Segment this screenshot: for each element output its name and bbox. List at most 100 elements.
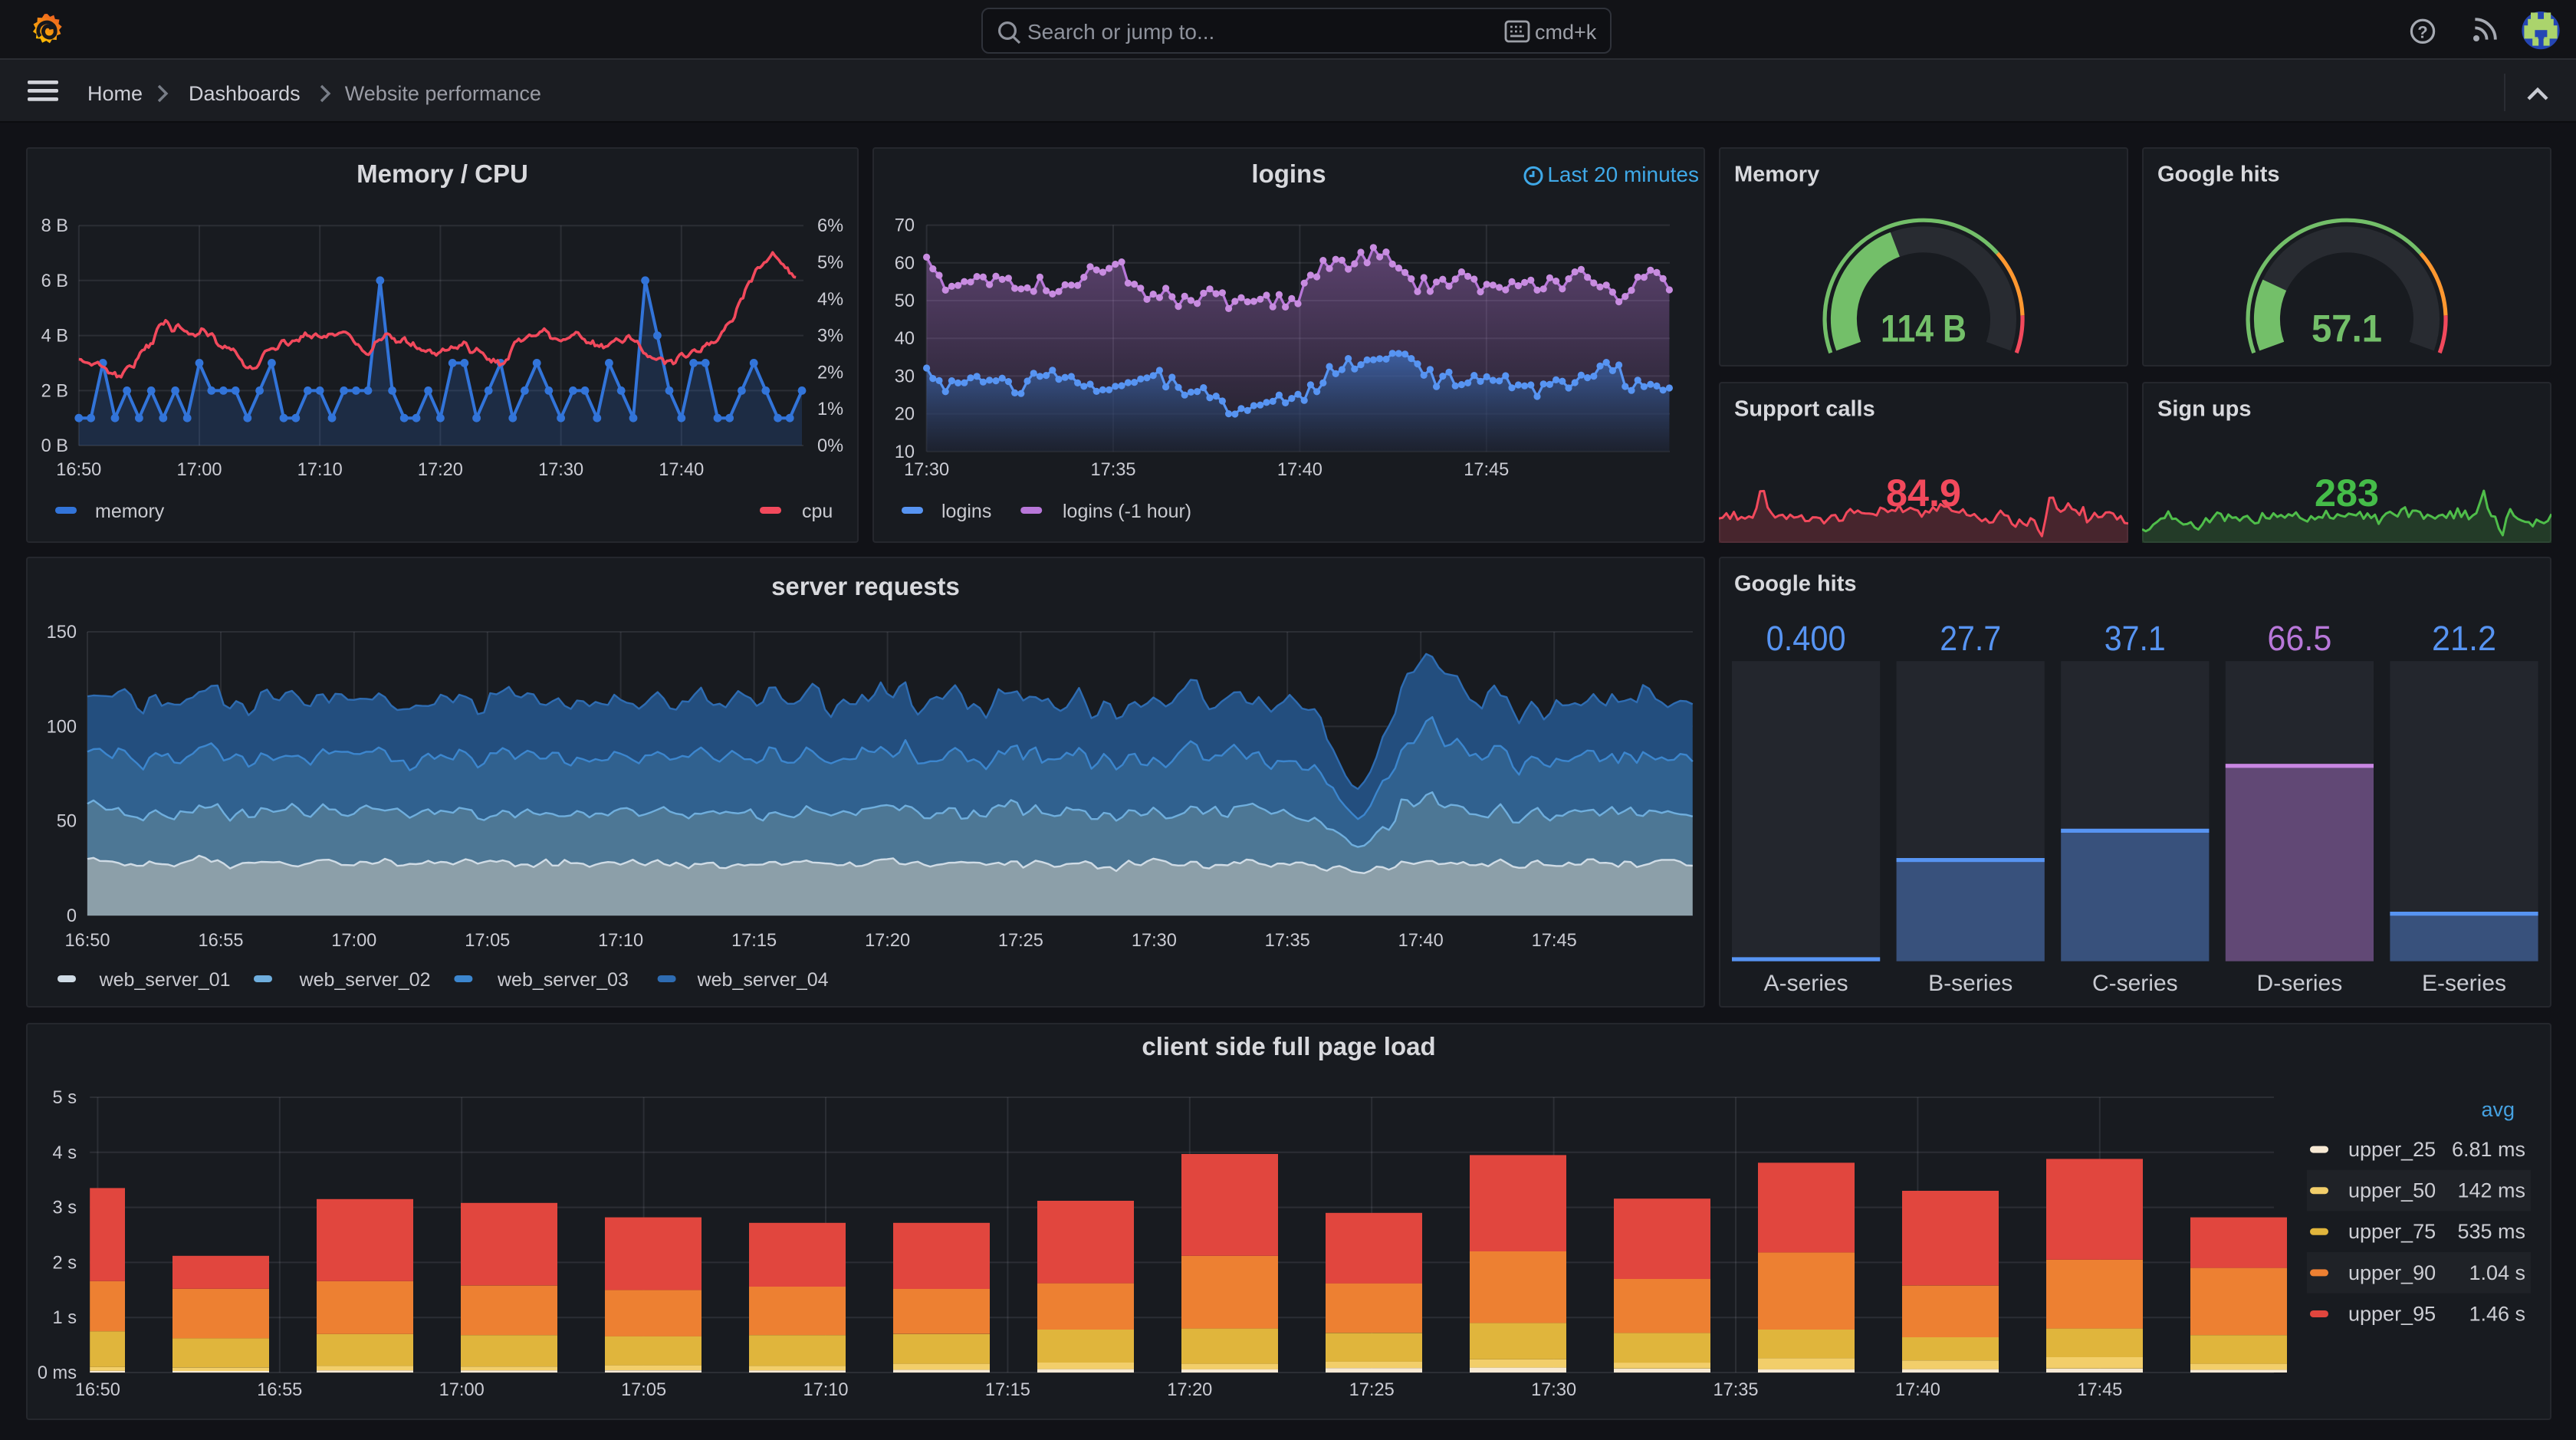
svg-text:8 B: 8 B (41, 216, 67, 236)
svg-text:E-series: E-series (2421, 970, 2505, 995)
svg-text:2 B: 2 B (41, 381, 67, 401)
svg-text:A-series: A-series (1763, 970, 1848, 995)
svg-text:cpu: cpu (801, 501, 832, 522)
svg-text:16:50: 16:50 (55, 460, 100, 480)
svg-text:142 ms: 142 ms (2456, 1179, 2525, 1202)
svg-text:1 s: 1 s (52, 1307, 76, 1327)
svg-text:0%: 0% (816, 436, 843, 456)
svg-text:upper_95: upper_95 (2348, 1301, 2435, 1324)
svg-text:17:10: 17:10 (802, 1379, 847, 1399)
svg-text:1.04 s: 1.04 s (2468, 1261, 2525, 1284)
svg-text:web_server_02: web_server_02 (298, 968, 430, 990)
svg-text:17:00: 17:00 (439, 1379, 484, 1399)
svg-text:150: 150 (46, 622, 76, 642)
svg-text:17:35: 17:35 (1264, 930, 1309, 950)
svg-text:17:30: 17:30 (537, 460, 583, 480)
svg-text:17:20: 17:20 (417, 460, 462, 480)
svg-text:Support calls: Support calls (1733, 396, 1875, 420)
svg-text:upper_75: upper_75 (2348, 1219, 2435, 1242)
svg-text:17:00: 17:00 (330, 930, 376, 950)
svg-text:upper_90: upper_90 (2348, 1261, 2435, 1284)
svg-text:logins: logins (941, 501, 991, 522)
svg-text:17:05: 17:05 (464, 930, 509, 950)
svg-text:avg: avg (2480, 1097, 2514, 1120)
svg-text:17:30: 17:30 (1530, 1379, 1576, 1399)
svg-text:memory: memory (94, 501, 164, 522)
svg-text:server requests: server requests (770, 571, 959, 600)
svg-text:60: 60 (894, 254, 914, 274)
svg-text:logins (-1 hour): logins (-1 hour) (1062, 501, 1191, 522)
svg-text:100: 100 (46, 716, 76, 736)
svg-text:4 B: 4 B (41, 327, 67, 347)
svg-text:16:50: 16:50 (74, 1379, 120, 1399)
svg-text:6.81 ms: 6.81 ms (2451, 1137, 2525, 1160)
svg-text:Google hits: Google hits (2157, 162, 2279, 186)
svg-text:17:20: 17:20 (1166, 1379, 1211, 1399)
svg-text:17:20: 17:20 (864, 930, 909, 950)
svg-text:Last 20 minutes: Last 20 minutes (1546, 163, 1698, 186)
svg-text:17:15: 17:15 (731, 930, 776, 950)
svg-text:16:55: 16:55 (197, 930, 242, 950)
svg-text:535 ms: 535 ms (2456, 1219, 2525, 1242)
svg-text:logins: logins (1250, 159, 1325, 188)
svg-text:Memory / CPU: Memory / CPU (356, 159, 527, 188)
svg-text:17:45: 17:45 (2076, 1379, 2121, 1399)
svg-text:C-series: C-series (2091, 970, 2177, 995)
svg-text:0: 0 (66, 906, 76, 925)
svg-text:17:10: 17:10 (297, 460, 342, 480)
svg-text:114 B: 114 B (1880, 307, 1966, 350)
svg-text:3%: 3% (816, 327, 843, 347)
svg-text:0.400: 0.400 (1766, 618, 1845, 657)
svg-text:20: 20 (894, 405, 914, 425)
svg-text:84.9: 84.9 (1885, 471, 1960, 514)
svg-text:17:05: 17:05 (620, 1379, 665, 1399)
svg-text:4%: 4% (816, 290, 843, 310)
svg-text:3 s: 3 s (52, 1198, 76, 1218)
svg-text:web_server_03: web_server_03 (496, 968, 628, 990)
svg-text:upper_50: upper_50 (2348, 1179, 2435, 1202)
svg-text:17:35: 17:35 (1089, 460, 1135, 480)
svg-text:Google hits: Google hits (1733, 570, 1856, 595)
svg-text:17:40: 17:40 (1276, 460, 1322, 480)
svg-text:web_server_04: web_server_04 (696, 968, 828, 990)
svg-text:57.1: 57.1 (2311, 307, 2381, 350)
svg-text:5 s: 5 s (52, 1087, 76, 1107)
svg-text:17:40: 17:40 (1894, 1379, 1940, 1399)
svg-text:40: 40 (894, 329, 914, 349)
svg-text:B-series: B-series (1927, 970, 2012, 995)
svg-text:4 s: 4 s (52, 1142, 76, 1162)
svg-text:50: 50 (56, 811, 76, 831)
svg-text:17:15: 17:15 (984, 1379, 1030, 1399)
svg-text:16:55: 16:55 (256, 1379, 301, 1399)
svg-text:1%: 1% (816, 399, 843, 419)
svg-text:17:40: 17:40 (1398, 930, 1443, 950)
svg-text:17:25: 17:25 (997, 930, 1043, 950)
svg-text:283: 283 (2314, 471, 2378, 514)
svg-text:16:50: 16:50 (64, 930, 109, 950)
svg-text:70: 70 (894, 216, 914, 236)
svg-text:2 s: 2 s (52, 1252, 76, 1272)
svg-text:Sign ups: Sign ups (2157, 396, 2250, 420)
svg-text:0 B: 0 B (41, 436, 67, 456)
svg-text:Memory: Memory (1733, 162, 1819, 186)
svg-text:66.5: 66.5 (2266, 618, 2331, 657)
svg-text:17:00: 17:00 (176, 460, 221, 480)
svg-text:10: 10 (894, 442, 914, 462)
svg-text:30: 30 (894, 367, 914, 386)
svg-text:17:30: 17:30 (903, 460, 948, 480)
svg-text:6%: 6% (816, 216, 843, 236)
svg-text:17:45: 17:45 (1463, 460, 1508, 480)
svg-text:17:40: 17:40 (658, 460, 703, 480)
svg-text:D-series: D-series (2256, 970, 2342, 995)
svg-text:5%: 5% (816, 253, 843, 273)
svg-text:upper_25: upper_25 (2348, 1137, 2435, 1160)
svg-text:27.7: 27.7 (1939, 618, 2000, 657)
svg-text:1.46 s: 1.46 s (2468, 1301, 2525, 1324)
svg-text:17:25: 17:25 (1349, 1379, 1394, 1399)
svg-text:17:30: 17:30 (1131, 930, 1176, 950)
svg-text:2%: 2% (816, 363, 843, 383)
svg-text:web_server_01: web_server_01 (98, 968, 230, 990)
svg-text:6 B: 6 B (41, 271, 67, 291)
svg-text:client side full page load: client side full page load (1141, 1031, 1434, 1060)
svg-text:37.1: 37.1 (2104, 618, 2165, 657)
